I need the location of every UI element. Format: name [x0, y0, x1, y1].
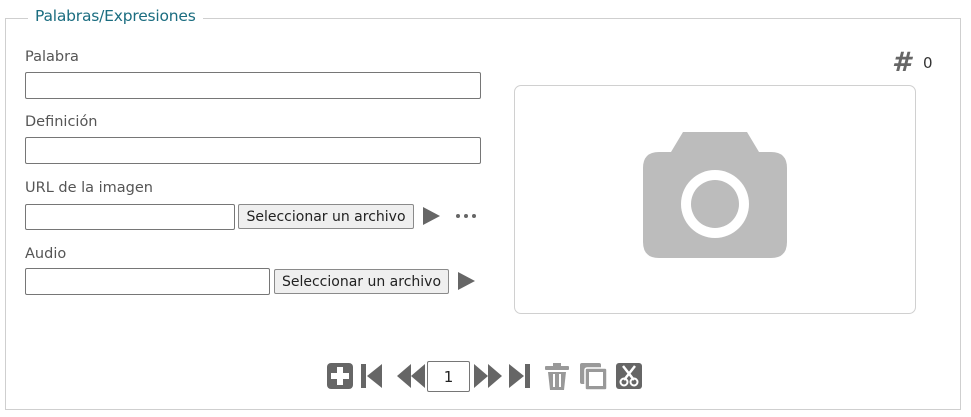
next-page-icon[interactable]: [474, 363, 502, 389]
audio-play-icon[interactable]: [458, 272, 475, 290]
hash-icon: #: [892, 47, 911, 78]
image-preview[interactable]: [514, 85, 916, 314]
item-count: 0: [923, 54, 933, 72]
word-label: Palabra: [25, 49, 79, 65]
word-input[interactable]: [25, 72, 481, 99]
first-page-icon[interactable]: [361, 363, 383, 389]
definition-label: Definición: [25, 114, 98, 130]
image-select-file-button[interactable]: Seleccionar un archivo: [238, 204, 414, 229]
audio-input[interactable]: [25, 268, 270, 295]
page-number-input[interactable]: [427, 361, 470, 392]
more-options-icon[interactable]: [456, 214, 476, 218]
delete-icon[interactable]: [545, 363, 569, 390]
audio-select-file-button[interactable]: Seleccionar un archivo: [274, 269, 449, 294]
previous-page-icon[interactable]: [397, 363, 425, 389]
definition-input[interactable]: [25, 137, 481, 164]
image-url-label: URL de la imagen: [25, 180, 153, 196]
audio-label: Audio: [25, 246, 67, 262]
add-icon[interactable]: [327, 363, 353, 389]
cut-icon[interactable]: [616, 363, 642, 389]
last-page-icon[interactable]: [509, 363, 531, 389]
fieldset-legend: Palabras/Expresiones: [28, 7, 203, 25]
camera-icon: [643, 132, 787, 258]
image-play-icon[interactable]: [423, 207, 440, 225]
image-url-input[interactable]: [25, 204, 235, 230]
copy-icon[interactable]: [580, 363, 607, 390]
